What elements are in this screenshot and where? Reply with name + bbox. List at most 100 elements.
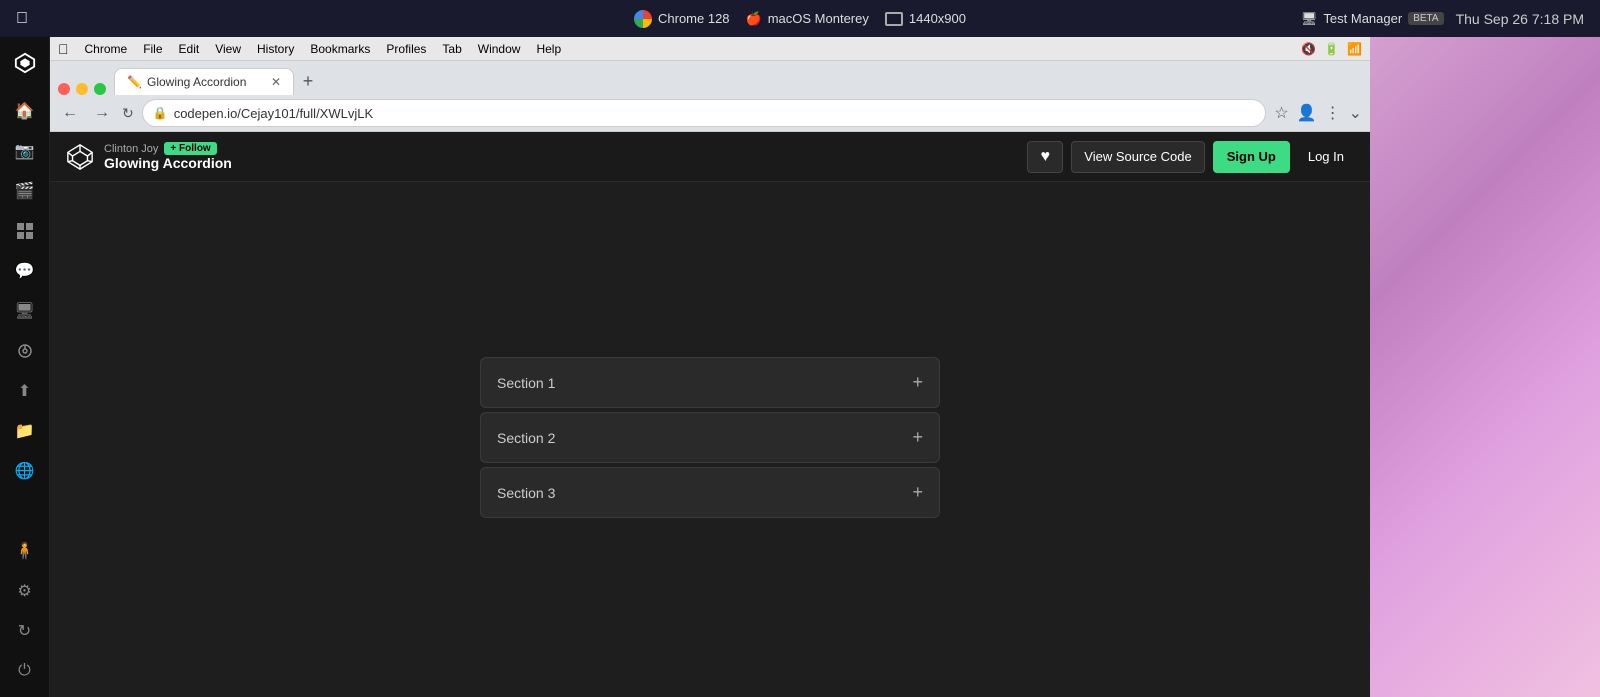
time-display: Thu Sep 26 7:18 PM: [1456, 11, 1584, 27]
tab-close-button[interactable]: ✕: [271, 75, 281, 89]
accordion-item-2[interactable]: Section 2 +: [480, 412, 940, 463]
sys-icon-1: 🔇: [1301, 42, 1316, 56]
tab-title: Glowing Accordion: [147, 75, 246, 89]
menu-bookmarks[interactable]: Bookmarks: [310, 42, 370, 56]
tab-favicon-icon: ✏️: [127, 75, 141, 89]
test-manager-label: Test Manager: [1323, 11, 1402, 26]
apple-menu-icon[interactable]: : [58, 41, 69, 57]
left-sidebar: 🏠 📷 🎬 💬 🖥 ⬆ 📁 🌐 🧍 ⚙ ↻ ⏻: [0, 37, 50, 697]
menu-chrome[interactable]: Chrome: [85, 42, 128, 56]
accordion-expand-2-icon: +: [912, 427, 923, 448]
chrome-label: Chrome 128: [658, 11, 730, 26]
expand-icon[interactable]: ⌄: [1349, 103, 1362, 123]
globe-icon[interactable]: 🌐: [7, 453, 43, 489]
accordion-expand-3-icon: +: [912, 482, 923, 503]
browser-area:  Chrome File Edit View History Bookmark…: [50, 37, 1370, 697]
accordion-section-2-label: Section 2: [497, 430, 555, 446]
accordion-wrapper: Section 1 + Section 2 + Section 3 +: [480, 357, 940, 522]
folder-icon[interactable]: 📁: [7, 413, 43, 449]
heart-icon: ♥: [1041, 148, 1051, 166]
video-icon[interactable]: 🎬: [7, 173, 43, 209]
browser-info: Chrome 128: [634, 10, 730, 28]
codepen-logo-area: Clinton Joy + Follow Glowing Accordion: [66, 142, 232, 171]
browser-tabs: ✏️ Glowing Accordion ✕ +: [50, 61, 1370, 95]
macos-menubar:  Chrome File Edit View History Bookmark…: [50, 37, 1370, 61]
resolution-label: 1440x900: [909, 11, 966, 26]
main-layout: 🏠 📷 🎬 💬 🖥 ⬆ 📁 🌐 🧍 ⚙ ↻ ⏻: [0, 37, 1600, 697]
menu-profiles[interactable]: Profiles: [386, 42, 426, 56]
follow-button[interactable]: + Follow: [164, 142, 216, 155]
test-manager-icon: 🖥: [1301, 11, 1318, 27]
camera-icon[interactable]: 📷: [7, 133, 43, 169]
heart-button[interactable]: ♥: [1027, 141, 1063, 173]
person-icon[interactable]: 🧍: [7, 533, 43, 569]
menu-view[interactable]: View: [215, 42, 241, 56]
traffic-lights: [58, 83, 106, 95]
minimize-window-button[interactable]: [76, 83, 88, 95]
new-tab-button[interactable]: +: [294, 67, 322, 95]
topbar-icons: Thu Sep 26 7:18 PM: [1456, 11, 1584, 27]
menu-help[interactable]: Help: [536, 42, 561, 56]
macos-info: 🍎 macOS Monterey: [746, 11, 869, 27]
chrome-icon: [634, 10, 652, 28]
bookmark-icon[interactable]: ☆: [1274, 103, 1288, 123]
accordion-item-1[interactable]: Section 1 +: [480, 357, 940, 408]
menu-tab[interactable]: Tab: [442, 42, 461, 56]
author-name[interactable]: Clinton Joy: [104, 143, 158, 155]
refresh-button[interactable]: ↻: [122, 105, 134, 122]
home-icon[interactable]: 🏠: [7, 93, 43, 129]
macos-label: macOS Monterey: [768, 11, 869, 26]
upload-icon[interactable]: ⬆: [7, 373, 43, 409]
accordion-expand-1-icon: +: [912, 372, 923, 393]
browser-chrome: ✏️ Glowing Accordion ✕ + ← → ↻ 🔒 codepen…: [50, 61, 1370, 132]
apple-logo-icon: : [16, 10, 28, 28]
grid-icon[interactable]: [7, 213, 43, 249]
active-tab[interactable]: ✏️ Glowing Accordion ✕: [114, 68, 294, 95]
secure-icon: 🔒: [153, 106, 168, 120]
os-topbar:  Chrome 128 🍎 macOS Monterey 1440x900 🖥…: [0, 0, 1600, 37]
codepen-page: Clinton Joy + Follow Glowing Accordion ♥…: [50, 132, 1370, 697]
login-button[interactable]: Log In: [1298, 141, 1354, 173]
accordion-section-3-label: Section 3: [497, 485, 555, 501]
power-icon[interactable]: ⏻: [7, 653, 43, 689]
codepen-content: Section 1 + Section 2 + Section 3 +: [50, 182, 1370, 697]
monitor-icon[interactable]: 🖥: [7, 293, 43, 329]
menu-edit[interactable]: Edit: [179, 42, 200, 56]
profile-icon[interactable]: 👤: [1297, 103, 1317, 123]
beta-badge: BETA: [1408, 12, 1443, 25]
url-bar[interactable]: 🔒 codepen.io/Cejay101/full/XWLvjLK: [142, 99, 1267, 127]
refresh-icon[interactable]: ↻: [7, 613, 43, 649]
close-window-button[interactable]: [58, 83, 70, 95]
codepen-author-area: Clinton Joy + Follow: [104, 142, 232, 155]
back-button[interactable]: ←: [58, 102, 82, 124]
maximize-window-button[interactable]: [94, 83, 106, 95]
network-icon[interactable]: [7, 333, 43, 369]
pen-title: Glowing Accordion: [104, 155, 232, 171]
accordion-section-1-label: Section 1: [497, 375, 555, 391]
settings-icon[interactable]: ⚙: [7, 573, 43, 609]
codepen-header: Clinton Joy + Follow Glowing Accordion ♥…: [50, 132, 1370, 182]
resolution-info: 1440x900: [885, 11, 966, 26]
sys-icon-3: 📶: [1347, 42, 1362, 56]
apple-icon: 🍎: [746, 11, 762, 27]
more-options-icon[interactable]: ⋮: [1325, 103, 1341, 123]
forward-button[interactable]: →: [90, 102, 114, 124]
menu-file[interactable]: File: [143, 42, 162, 56]
codepen-actions: ♥ View Source Code Sign Up Log In: [1027, 141, 1354, 173]
accordion-item-3[interactable]: Section 3 +: [480, 467, 940, 518]
sidebar-logo[interactable]: [7, 45, 43, 81]
chat-icon[interactable]: 💬: [7, 253, 43, 289]
codepen-logo-icon: [66, 143, 94, 171]
test-manager-info: 🖥 Test Manager BETA: [1301, 11, 1444, 27]
signup-button[interactable]: Sign Up: [1213, 141, 1290, 173]
right-decorative-area: [1370, 37, 1600, 697]
menu-history[interactable]: History: [257, 42, 294, 56]
view-source-button[interactable]: View Source Code: [1071, 141, 1204, 173]
toolbar-actions: ☆ 👤 ⋮ ⌄: [1274, 103, 1362, 123]
codepen-title-area: Clinton Joy + Follow Glowing Accordion: [104, 142, 232, 171]
sys-icon-2: 🔋: [1324, 42, 1339, 56]
url-text: codepen.io/Cejay101/full/XWLvjLK: [174, 106, 373, 121]
browser-toolbar: ← → ↻ 🔒 codepen.io/Cejay101/full/XWLvjLK…: [50, 95, 1370, 131]
resolution-icon: [885, 12, 903, 26]
menu-window[interactable]: Window: [478, 42, 521, 56]
